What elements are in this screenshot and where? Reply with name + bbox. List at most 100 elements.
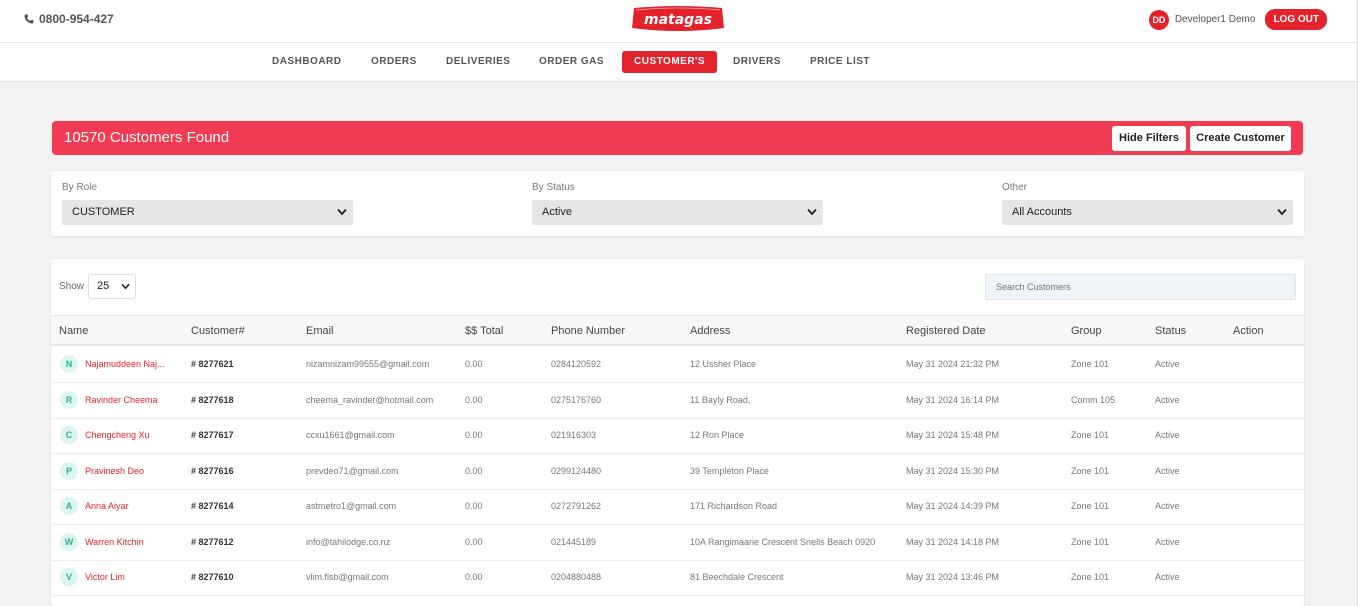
table-row[interactable]: N Najamuddeen Naj... # 8277621 nizamnizam99… [51,347,1304,383]
customer-group: Comm 105 [1071,394,1116,405]
customer-avatar: N [60,355,78,373]
customer-phone: 0275176760 [551,394,602,405]
customer-number: # 8277614 [191,501,234,511]
customer-number: # 8277617 [191,430,234,440]
role-filter-value: CUSTOMER [72,206,135,218]
customer-total: 0.00 [465,465,483,476]
chevron-down-icon [337,208,347,216]
customer-total: 0.00 [465,359,483,369]
customer-phone: 0284120592 [551,359,602,369]
table-row[interactable]: A Anna Aiyar # 8277614 astmetro1@gmail.com 0… [51,489,1304,525]
search-customers-input[interactable] [985,274,1296,300]
role-filter-select[interactable]: CUSTOMER [62,200,353,225]
customer-avatar: C [60,426,78,444]
customer-group: Zone 101 [1071,572,1110,582]
matagas-logo[interactable]: matagas [630,4,726,34]
column-header-status[interactable]: Status [1155,325,1186,337]
hide-filters-button[interactable]: Hide Filters [1112,126,1186,151]
column-header-total[interactable]: $$ Total [465,325,503,337]
nav-customers[interactable]: CUSTOMER'S [622,51,718,73]
status-filter-select[interactable]: Active [532,200,823,225]
nav-price-list[interactable]: PRICE LIST [798,51,882,73]
phone-icon [24,14,34,24]
customer-address: 12 Ussher Place [690,359,757,369]
page-size-select[interactable]: 25 [88,274,136,299]
show-label: Show [59,281,85,292]
customers-table-card: Show 25 Name Customer# Email $$ Total Ph… [51,259,1304,606]
registered-date: May 31 2024 14:18 PM [906,536,1000,547]
column-header-email[interactable]: Email [306,325,334,337]
customer-email: astmetro1@gmail.com [306,501,397,511]
customer-avatar: W [60,532,78,551]
table-row[interactable]: C Chengcheng Xu # 8277617 ccxu1661@gmail.co… [51,418,1304,454]
customer-name-link[interactable]: Anna Aiyar [85,501,129,511]
column-header-registered[interactable]: Registered Date [906,325,986,337]
customer-avatar: A [60,497,78,515]
customers-found-title: 10570 Customers Found [64,129,230,146]
customer-name-link[interactable]: Najamuddeen Naj... [85,359,165,369]
page-size-value: 25 [97,280,110,292]
customer-total: 0.00 [465,430,483,440]
table-header: Name Customer# Email $$ Total Phone Numb… [51,315,1304,346]
column-header-group[interactable]: Group [1071,325,1102,337]
customer-address: 81 Beechdale Crescent [690,572,784,582]
column-header-action: Action [1233,325,1264,337]
registered-date: May 31 2024 16:14 PM [906,394,1000,405]
user-avatar[interactable]: DD [1148,9,1169,30]
filters-panel: By Role CUSTOMER By Status Active Other … [51,171,1304,236]
customer-email: info@tahilodge.co.nz [306,536,391,547]
customer-phone: 0272791262 [551,501,602,511]
role-filter-label: By Role [62,182,98,193]
customer-number: # 8277610 [191,572,234,582]
table-row[interactable]: V Victor Lim # 8277610 vlim.flsb@gmail.com 0… [51,560,1304,596]
nav-deliveries[interactable]: DELIVERIES [434,51,522,73]
user-area: DD Developer1 Demo LOG OUT [1148,9,1327,30]
nav-dashboard[interactable]: DASHBOARD [260,51,354,73]
customer-email: nizamnizam99555@gmail.com [306,359,430,369]
customer-phone: 021445189 [551,536,597,547]
nav-order-gas[interactable]: ORDER GAS [527,51,616,73]
svg-text:matagas: matagas [644,12,712,28]
customer-name-link[interactable]: Chengcheng Xu [85,430,150,440]
customer-number: # 8277621 [191,359,234,369]
other-filter-value: All Accounts [1012,206,1072,218]
column-header-phone[interactable]: Phone Number [551,325,625,337]
customer-avatar: V [60,568,78,586]
create-customer-button[interactable]: Create Customer [1190,126,1291,151]
results-banner: 10570 Customers Found Hide Filters Creat… [52,121,1303,155]
registered-date: May 31 2024 21:32 PM [906,359,1000,369]
customer-name-link[interactable]: Ravinder Cheema [85,395,158,405]
column-header-address[interactable]: Address [690,325,730,337]
other-filter-select[interactable]: All Accounts [1002,200,1293,225]
customer-status: Active [1155,430,1180,440]
registered-date: May 31 2024 15:30 PM [906,465,1000,476]
table-row[interactable]: R Ravinder Cheema # 8277618 cheema_ravinder… [51,383,1304,419]
column-header-name[interactable]: Name [59,325,88,337]
customer-address: 39 Templeton Place [690,465,769,476]
logout-button[interactable]: LOG OUT [1265,9,1327,30]
nav-drivers[interactable]: DRIVERS [721,51,793,73]
customer-number: # 8277616 [191,465,234,476]
column-header-customer[interactable]: Customer# [191,325,245,337]
customer-total: 0.00 [465,572,483,582]
customer-email: vlim.flsb@gmail.com [306,572,389,582]
customer-group: Zone 101 [1071,501,1110,511]
customer-group: Zone 101 [1071,430,1110,440]
customer-name-link[interactable]: Pravinesh Deo [85,466,144,476]
status-filter-label: By Status [532,182,575,193]
phone-number: 0800-954-427 [39,12,114,26]
customer-number: # 8277618 [191,394,234,405]
customer-status: Active [1155,536,1180,547]
customer-address: 10A Rangimaarie Crescent Snells Beach 09… [690,536,876,547]
table-row[interactable]: P Pravinesh Deo # 8277616 prevdeo71@gmail.c… [51,454,1304,490]
customer-email: ccxu1661@gmail.com [306,430,395,440]
nav-orders[interactable]: ORDERS [359,51,429,73]
customer-group: Zone 101 [1071,536,1110,547]
customer-name-link[interactable]: Victor Lim [85,572,125,582]
customer-status: Active [1155,394,1180,405]
registered-date: May 31 2024 14:39 PM [906,501,1000,511]
phone-contact: 0800-954-427 [24,12,114,26]
customer-name-link[interactable]: Warren Kitchin [85,537,144,547]
table-row[interactable]: W Warren Kitchin # 8277612 info@tahilodge.c… [51,525,1304,561]
registered-date: May 31 2024 13:46 PM [906,572,1000,582]
